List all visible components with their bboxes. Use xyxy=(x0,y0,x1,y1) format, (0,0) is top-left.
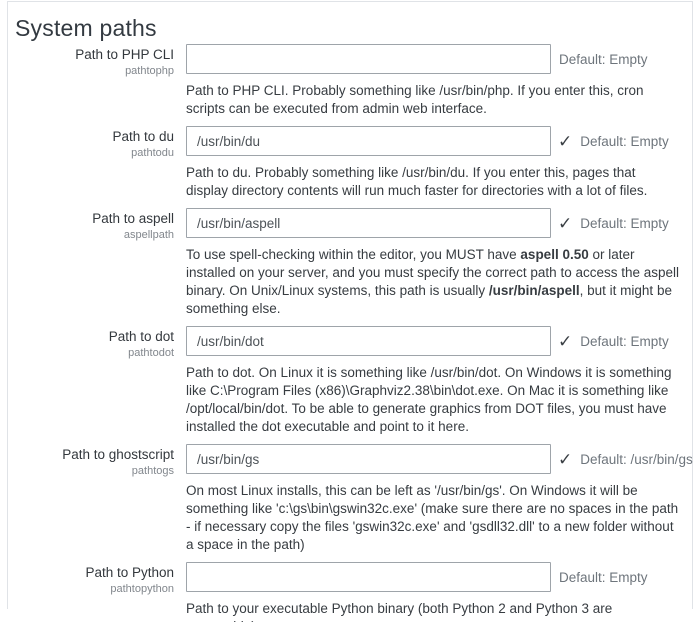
pathtophp-input[interactable] xyxy=(186,44,551,74)
pathtogs-input[interactable] xyxy=(186,444,551,474)
setting-row-pathtogs: Path to ghostscript pathtogs ✓ Default: … xyxy=(15,444,692,562)
check-icon: ✓ xyxy=(558,215,572,232)
default-value-label: Default: /usr/bin/gs xyxy=(580,452,693,467)
pathtodot-input[interactable] xyxy=(186,326,551,356)
pathtopython-input[interactable] xyxy=(186,562,551,592)
setting-label: Path to ghostscript xyxy=(15,446,174,463)
default-value-label: Default: Empty xyxy=(559,570,648,585)
setting-shortname: aspellpath xyxy=(15,228,174,243)
page-title: System paths xyxy=(15,15,692,42)
pathtodu-input[interactable] xyxy=(186,126,551,156)
setting-label: Path to dot xyxy=(15,328,174,345)
setting-label: Path to Python xyxy=(15,564,174,581)
setting-row-pathtodu: Path to du pathtodu ✓ Default: Empty Pat… xyxy=(15,126,692,208)
setting-shortname: pathtophp xyxy=(15,64,174,79)
setting-shortname: pathtodu xyxy=(15,146,174,161)
default-value-label: Default: Empty xyxy=(580,216,669,231)
setting-row-aspellpath: Path to aspell aspellpath ✓ Default: Emp… xyxy=(15,208,692,326)
settings-page: System paths Path to PHP CLI pathtophp ✓… xyxy=(7,1,693,609)
setting-shortname: pathtodot xyxy=(15,346,174,361)
setting-description: On most Linux installs, this can be left… xyxy=(186,482,686,554)
setting-description: Path to your executable Python binary (b… xyxy=(186,600,686,622)
setting-shortname: pathtogs xyxy=(15,464,174,479)
setting-shortname: pathtopython xyxy=(15,582,174,597)
check-icon: ✓ xyxy=(558,333,572,350)
setting-description: Path to dot. On Linux it is something li… xyxy=(186,364,686,436)
setting-label: Path to du xyxy=(15,128,174,145)
setting-label: Path to aspell xyxy=(15,210,174,227)
default-value-label: Default: Empty xyxy=(580,334,669,349)
check-icon: ✓ xyxy=(558,133,572,150)
aspellpath-input[interactable] xyxy=(186,208,551,238)
setting-row-pathtopython: Path to Python pathtopython ✓ Default: E… xyxy=(15,562,692,622)
setting-row-pathtodot: Path to dot pathtodot ✓ Default: Empty P… xyxy=(15,326,692,444)
setting-description: Path to du. Probably something like /usr… xyxy=(186,164,686,200)
setting-description: Path to PHP CLI. Probably something like… xyxy=(186,82,686,118)
default-value-label: Default: Empty xyxy=(559,52,648,67)
setting-row-pathtophp: Path to PHP CLI pathtophp ✓ Default: Emp… xyxy=(15,44,692,126)
check-icon: ✓ xyxy=(558,451,572,468)
default-value-label: Default: Empty xyxy=(580,134,669,149)
setting-description: To use spell-checking within the editor,… xyxy=(186,246,686,318)
setting-label: Path to PHP CLI xyxy=(15,46,174,63)
